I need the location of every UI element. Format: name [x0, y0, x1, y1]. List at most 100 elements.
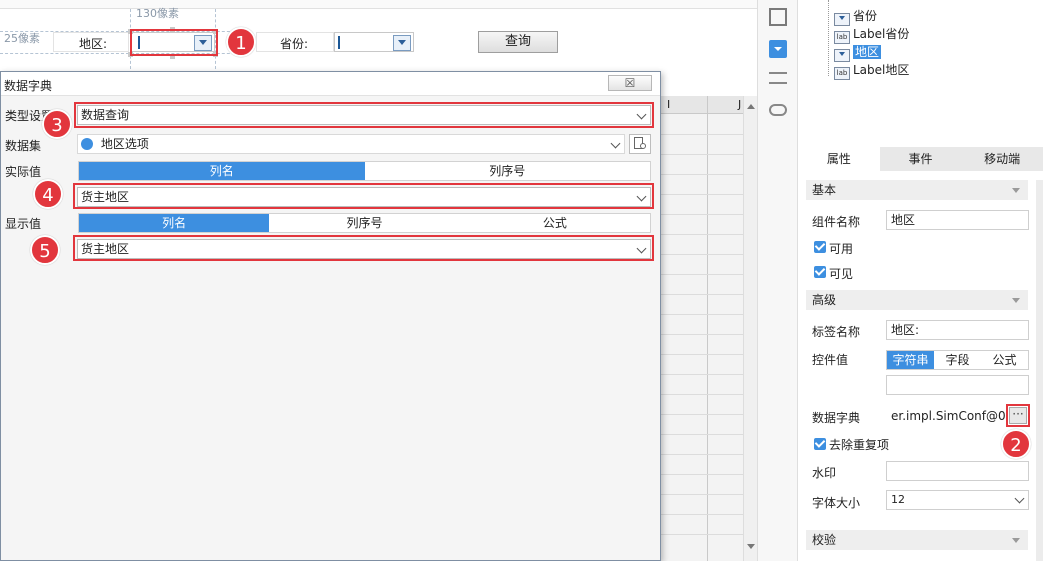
- panel-scrollbar[interactable]: [1036, 180, 1043, 561]
- region-label: 地区:: [79, 37, 108, 51]
- control-value-input[interactable]: [886, 375, 1029, 395]
- annotation-badge-3: 3: [42, 109, 72, 139]
- chevron-down-icon: [1014, 493, 1025, 504]
- display-value-label: 显示值: [5, 217, 42, 231]
- grid-column-line: [707, 96, 708, 561]
- tree-item-label-region[interactable]: lab Label地区: [834, 61, 909, 80]
- enabled-checkbox[interactable]: [814, 241, 826, 253]
- control-value-tabs: 字符串 字段 公式: [886, 350, 1029, 370]
- dropdown-arrow-icon[interactable]: [393, 35, 411, 51]
- grid-row-line: [661, 214, 743, 215]
- annotation-badge-2: 2: [1001, 429, 1031, 459]
- display-tab-formula[interactable]: 公式: [460, 214, 650, 232]
- tree-item-province[interactable]: 省份: [834, 7, 877, 26]
- component-name-label: 组件名称: [812, 215, 861, 229]
- grid-row-line: [661, 234, 743, 235]
- dataset-value: 地区选项: [100, 137, 149, 151]
- province-label: 省份:: [280, 37, 309, 51]
- collapse-icon: [1012, 188, 1020, 193]
- annotation-badge-1: 1: [226, 27, 256, 57]
- tree-item-label: 省份: [853, 9, 878, 23]
- data-dictionary-dialog: 数据字典 ☒ 类型设置 数据查询 3 数据集 地区选项 实际值 列名 列序号 货…: [0, 71, 661, 561]
- tab-field[interactable]: 字段: [934, 351, 981, 369]
- section-validation[interactable]: 校验: [806, 530, 1028, 550]
- section-title: 校验: [812, 533, 837, 547]
- grid-row-line: [661, 374, 743, 375]
- dialog-title: 数据字典: [4, 79, 53, 93]
- grid-row-line: [661, 534, 743, 535]
- tree-item-region[interactable]: 地区: [834, 43, 882, 62]
- grid-row-line: [661, 294, 743, 295]
- column-header-i: I: [667, 98, 671, 111]
- actual-tab-column-index[interactable]: 列序号: [365, 162, 651, 180]
- text-cursor: [338, 36, 340, 49]
- layout-icon[interactable]: [769, 72, 787, 84]
- tab-mobile[interactable]: 移动端: [961, 147, 1043, 171]
- link-icon[interactable]: [769, 104, 787, 116]
- visible-label: 可见: [829, 267, 854, 281]
- province-label-widget[interactable]: 省份:: [256, 32, 334, 52]
- magnifier-icon: [640, 143, 646, 149]
- tag-name-input[interactable]: 地区:: [886, 320, 1029, 340]
- section-basic[interactable]: 基本: [806, 180, 1028, 200]
- province-combobox[interactable]: [334, 32, 414, 52]
- tree-guide: [828, 0, 829, 76]
- scroll-down-icon[interactable]: [747, 544, 755, 549]
- chevron-down-icon: [610, 138, 621, 149]
- query-button[interactable]: 查询: [478, 31, 558, 53]
- display-tab-column-name[interactable]: 列名: [79, 214, 270, 232]
- tree-item-label: 地区: [853, 45, 882, 59]
- tree-item-label-province[interactable]: lab Label省份: [834, 25, 909, 44]
- top-ruler: [0, 0, 757, 9]
- dataset-preview-button[interactable]: [629, 134, 651, 154]
- actual-value-tabs: 列名 列序号: [78, 161, 651, 181]
- dedupe-label: 去除重复项: [829, 438, 890, 452]
- actual-value-label: 实际值: [5, 165, 42, 179]
- section-advanced[interactable]: 高级: [806, 290, 1028, 310]
- width-dimension-label: 130像素: [136, 7, 179, 20]
- scroll-up-icon[interactable]: [747, 104, 755, 109]
- enabled-label: 可用: [829, 242, 854, 256]
- combobox-widget-icon[interactable]: [769, 40, 787, 58]
- display-tab-column-index[interactable]: 列序号: [269, 214, 459, 232]
- dataset-select[interactable]: 地区选项: [77, 134, 625, 154]
- canvas-vertical-scrollbar[interactable]: [743, 96, 757, 561]
- annotation-badge-4: 4: [33, 179, 63, 209]
- collapse-icon: [1012, 298, 1020, 303]
- tab-formula[interactable]: 公式: [981, 351, 1028, 369]
- grid-row-line: [661, 194, 743, 195]
- grid-row-line: [661, 434, 743, 435]
- grid-row-line: [661, 514, 743, 515]
- font-size-select[interactable]: 12: [886, 490, 1029, 510]
- tree-item-label: Label省份: [853, 27, 910, 41]
- grid-row-line: [661, 174, 743, 175]
- tab-events[interactable]: 事件: [880, 147, 962, 171]
- grid-row-line: [661, 334, 743, 335]
- region-label-widget[interactable]: 地区:: [53, 32, 129, 52]
- actual-tab-column-name[interactable]: 列名: [79, 162, 365, 180]
- side-toolbar: [757, 0, 798, 561]
- frame-icon[interactable]: [769, 8, 787, 26]
- section-title: 高级: [812, 293, 837, 307]
- grid-row-line: [661, 354, 743, 355]
- grid-row-line: [661, 474, 743, 475]
- tab-properties[interactable]: 属性: [798, 147, 880, 171]
- grid-row-line: [661, 414, 743, 415]
- visible-checkbox[interactable]: [814, 266, 826, 278]
- data-dictionary-label: 数据字典: [812, 411, 861, 425]
- display-value-tabs: 列名 列序号 公式: [78, 213, 651, 233]
- close-button[interactable]: ☒: [608, 75, 652, 91]
- tree-item-label: Label地区: [853, 63, 910, 77]
- spreadsheet-background: I J: [660, 96, 744, 561]
- tab-string[interactable]: 字符串: [887, 351, 934, 369]
- highlight-box-2: [1006, 404, 1030, 427]
- highlight-box-4: [73, 183, 654, 209]
- watermark-input[interactable]: [886, 461, 1029, 481]
- dedupe-checkbox[interactable]: [814, 438, 826, 450]
- height-dimension-label: 25像素: [4, 32, 40, 45]
- label-icon: lab: [834, 67, 850, 80]
- grid-row-line: [661, 314, 743, 315]
- dialog-title-bar[interactable]: 数据字典 ☒: [1, 72, 660, 96]
- grid-row-line: [661, 494, 743, 495]
- component-name-input[interactable]: 地区: [886, 210, 1029, 230]
